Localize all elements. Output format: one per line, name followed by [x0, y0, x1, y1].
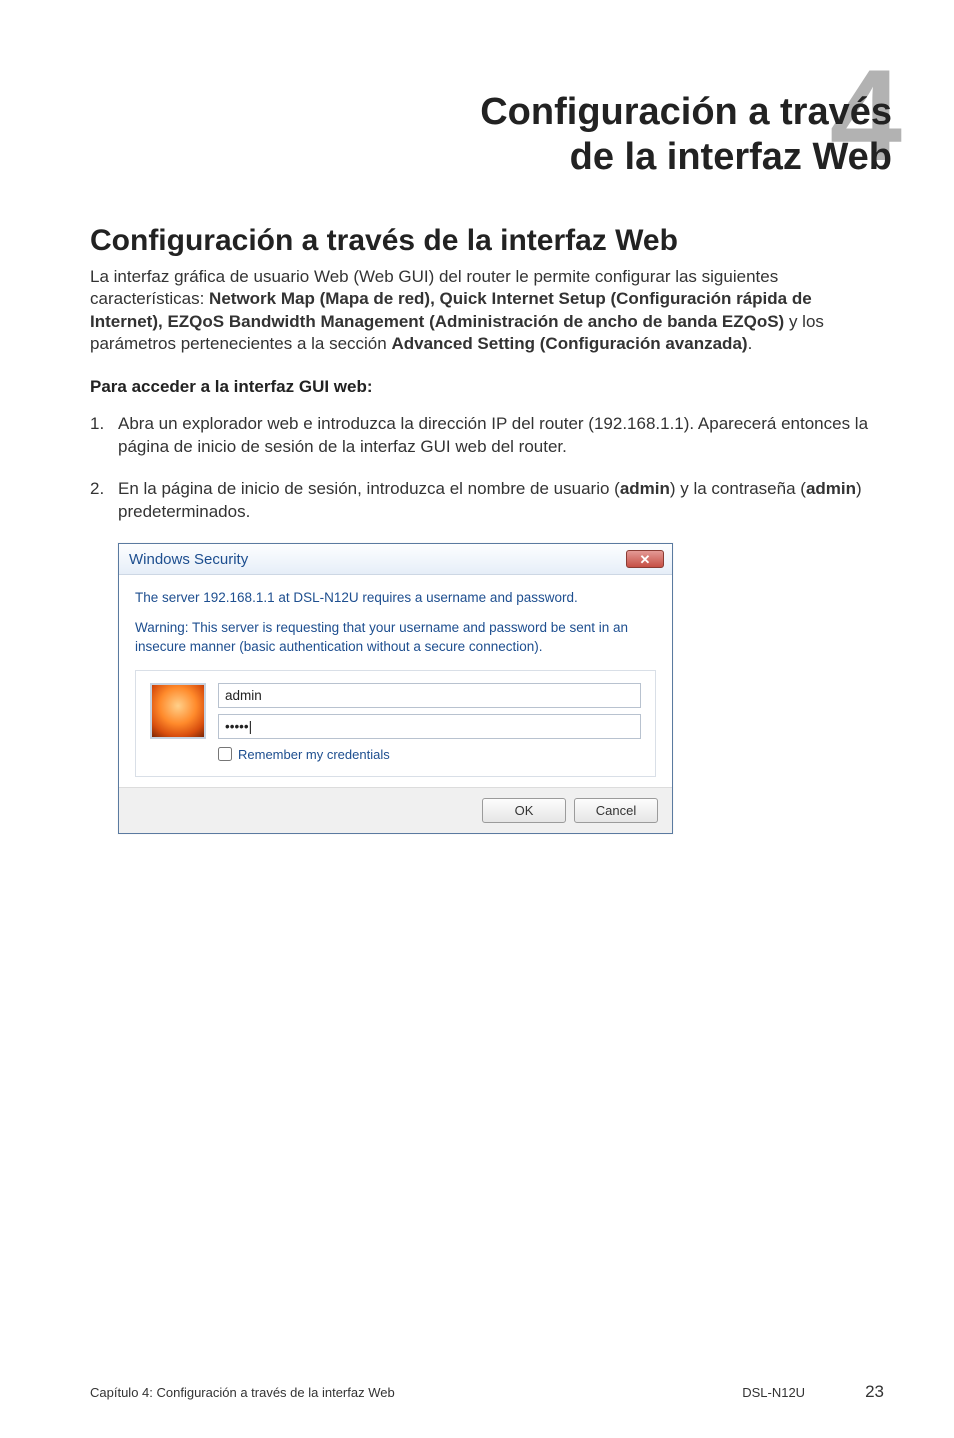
dialog-footer: OK Cancel — [119, 787, 672, 833]
remember-label: Remember my credentials — [238, 747, 390, 762]
step-2-text: En la página de inicio de sesión, introd… — [118, 478, 884, 523]
footer-mid: DSL-N12U — [742, 1385, 805, 1400]
step-2-pre: En la página de inicio de sesión, introd… — [118, 479, 620, 498]
step-2-b2: admin — [806, 479, 856, 498]
remember-checkbox[interactable] — [218, 747, 232, 761]
step-2-b1: admin — [620, 479, 670, 498]
step-1: 1. Abra un explorador web e introduzca l… — [90, 413, 884, 458]
password-input[interactable] — [218, 714, 641, 739]
close-button[interactable]: ✕ — [626, 550, 664, 568]
dialog-line1: The server 192.168.1.1 at DSL-N12U requi… — [135, 589, 656, 607]
page-footer: Capítulo 4: Configuración a través de la… — [90, 1382, 884, 1402]
step-2-number: 2. — [90, 478, 118, 523]
username-input[interactable] — [218, 683, 641, 708]
step-1-text: Abra un explorador web e introduzca la d… — [118, 413, 884, 458]
subheading: Para acceder a la interfaz GUI web: — [90, 377, 884, 397]
footer-left: Capítulo 4: Configuración a través de la… — [90, 1385, 742, 1400]
chapter-title-line1: Configuración a través — [480, 91, 892, 133]
step-1-number: 1. — [90, 413, 118, 458]
dialog-line2: Warning: This server is requesting that … — [135, 619, 656, 655]
chapter-header: 4 Configuración a través de la interfaz … — [90, 90, 892, 180]
windows-security-dialog: Windows Security ✕ The server 192.168.1.… — [118, 543, 673, 834]
credentials-box: Remember my credentials — [135, 670, 656, 777]
dialog-title-text: Windows Security — [129, 551, 626, 568]
section-title: Configuración a través de la interfaz We… — [90, 224, 884, 258]
footer-page-number: 23 — [865, 1382, 884, 1402]
intro-bold2: Advanced Setting (Configuración avanzada… — [391, 334, 747, 353]
intro-paragraph: La interfaz gráfica de usuario Web (Web … — [90, 266, 884, 356]
intro-post: . — [748, 334, 753, 353]
cancel-button[interactable]: Cancel — [574, 798, 658, 823]
dialog-body: The server 192.168.1.1 at DSL-N12U requi… — [119, 575, 672, 787]
dialog-titlebar: Windows Security ✕ — [119, 544, 672, 575]
ok-button[interactable]: OK — [482, 798, 566, 823]
step-2: 2. En la página de inicio de sesión, int… — [90, 478, 884, 523]
step-2-mid: ) y la contraseña ( — [670, 479, 806, 498]
chapter-title: Configuración a través de la interfaz We… — [480, 90, 892, 180]
chapter-title-line2: de la interfaz Web — [570, 136, 892, 178]
user-avatar-icon — [150, 683, 206, 739]
close-icon: ✕ — [640, 553, 651, 566]
